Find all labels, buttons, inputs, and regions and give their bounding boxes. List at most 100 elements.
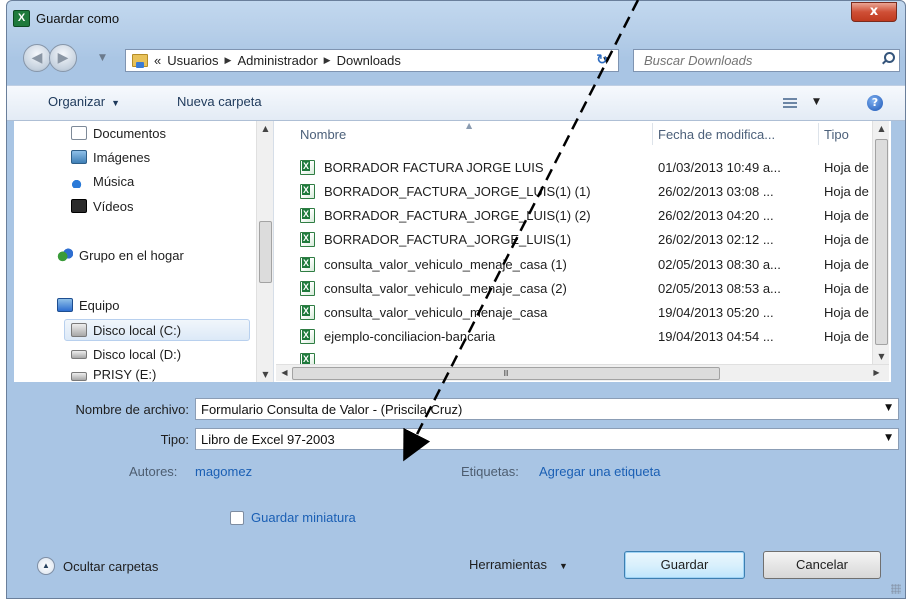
file-row[interactable]: consulta_valor_vehiculo_menaje_casa (2) 0… <box>300 278 880 300</box>
file-date: 26/02/2013 04:20 ... <box>658 208 774 223</box>
tags-label: Etiquetas: <box>461 464 519 479</box>
scroll-down-icon[interactable]: ▼ <box>257 370 274 379</box>
excel-file-icon <box>300 160 315 175</box>
file-row[interactable]: consulta_valor_vehiculo_menaje_casa 19/04… <box>300 302 880 324</box>
breadcrumb-downloads[interactable]: Downloads <box>337 53 401 68</box>
pictures-icon <box>71 150 87 164</box>
file-list-horizontal-scrollbar[interactable]: ◀ Ⅲ ▶ <box>276 364 889 381</box>
nav-item-disco-c[interactable]: Disco local (C:) <box>64 319 250 341</box>
chevron-down-icon: ▼ <box>111 98 120 108</box>
add-tag-link[interactable]: Agregar una etiqueta <box>539 464 660 479</box>
scroll-up-icon[interactable]: ▲ <box>873 124 890 133</box>
file-list-vertical-scrollbar[interactable]: ▲ ▼ <box>872 121 889 364</box>
nav-item-disco-d[interactable]: Disco local (D:) <box>71 343 181 365</box>
nav-item-prisy[interactable]: PRISY (E:) <box>71 367 156 382</box>
scroll-right-icon[interactable]: ▶ <box>868 368 885 377</box>
file-date: 01/03/2013 10:49 a... <box>658 160 781 175</box>
breadcrumb-overflow[interactable]: « <box>154 53 161 68</box>
help-icon[interactable]: ? <box>867 95 883 111</box>
recent-locations-chevron-down-icon[interactable]: ▼ <box>99 53 106 63</box>
nav-item-documentos[interactable]: Documentos <box>71 122 166 144</box>
scroll-down-icon[interactable]: ▼ <box>873 352 890 361</box>
nav-item-videos[interactable]: Vídeos <box>71 195 133 217</box>
save-thumbnail-checkbox[interactable] <box>230 511 244 525</box>
file-date: 26/02/2013 03:08 ... <box>658 184 774 199</box>
chevron-down-icon[interactable]: ▼ <box>885 433 892 443</box>
column-header-date[interactable]: Fecha de modifica... <box>658 121 775 147</box>
organize-label: Organizar <box>48 94 106 109</box>
chevron-down-icon[interactable]: ▼ <box>885 403 892 413</box>
breadcrumb-separator-icon[interactable]: ▶ <box>225 56 232 66</box>
excel-file-icon <box>300 281 315 296</box>
scrollbar-thumb[interactable] <box>259 221 272 283</box>
nav-item-label: Imágenes <box>93 149 151 165</box>
file-name: consulta_valor_vehiculo_menaje_casa (1) <box>324 257 567 272</box>
new-folder-button[interactable]: Nueva carpeta <box>177 94 262 109</box>
drive-icon <box>71 349 87 359</box>
organize-button[interactable]: Organizar ▼ <box>48 94 120 109</box>
authors-label: Autores: <box>129 464 178 479</box>
column-divider[interactable] <box>818 123 819 145</box>
column-divider[interactable] <box>652 123 653 145</box>
search-input[interactable] <box>634 50 854 71</box>
nav-item-label: Disco local (C:) <box>93 322 182 338</box>
save-button[interactable]: Guardar <box>624 551 745 579</box>
save-thumbnail-label[interactable]: Guardar miniatura <box>251 510 356 525</box>
refresh-button[interactable]: ↻ <box>585 49 619 72</box>
nav-item-musica[interactable]: Música <box>71 170 134 192</box>
search-icon[interactable] <box>881 52 895 65</box>
collapse-up-icon: ▲ <box>37 557 55 575</box>
nav-item-grupo-hogar[interactable]: Grupo en el hogar <box>57 244 184 266</box>
dialog-title: Guardar como <box>36 11 120 26</box>
tools-button[interactable]: Herramientas ▼ <box>469 557 568 572</box>
cancel-button[interactable]: Cancelar <box>763 551 881 579</box>
file-row-partial[interactable] <box>300 350 880 364</box>
file-date: 02/05/2013 08:53 a... <box>658 281 781 296</box>
forward-button[interactable]: ▶ <box>49 44 77 72</box>
scrollbar-thumb[interactable] <box>875 139 888 345</box>
breadcrumb-administrador[interactable]: Administrador <box>237 53 317 68</box>
title-bar[interactable]: X Guardar como x <box>7 1 905 35</box>
back-button[interactable]: ◀ <box>23 44 51 72</box>
file-name: BORRADOR_FACTURA_JORGE_LUIS(1) (2) <box>324 208 591 223</box>
nav-item-equipo[interactable]: Equipo <box>57 294 119 316</box>
authors-value[interactable]: magomez <box>195 464 252 479</box>
filename-label: Nombre de archivo: <box>75 402 189 417</box>
excel-file-icon <box>300 232 315 247</box>
hide-folders-button[interactable]: ▲ Ocultar carpetas <box>37 557 158 575</box>
column-header-name[interactable]: Nombre <box>300 121 346 147</box>
close-button[interactable]: x <box>851 2 897 22</box>
scroll-left-icon[interactable]: ◀ <box>276 368 293 377</box>
excel-file-icon <box>300 257 315 272</box>
scroll-up-icon[interactable]: ▲ <box>257 124 274 133</box>
hide-folders-label: Ocultar carpetas <box>63 558 159 574</box>
save-type-select[interactable]: ▼ <box>195 428 899 450</box>
file-name: consulta_valor_vehiculo_menaje_casa <box>324 305 548 320</box>
address-bar[interactable]: « Usuarios ▶ Administrador ▶ Downloads ▼ <box>125 49 619 72</box>
file-name: BORRADOR_FACTURA_JORGE_LUIS(1) <box>324 232 572 247</box>
view-options-chevron-down-icon[interactable]: ▼ <box>813 97 820 107</box>
change-view-icon[interactable] <box>783 98 797 109</box>
excel-file-icon <box>300 353 315 364</box>
scrollbar-thumb[interactable]: Ⅲ <box>292 367 720 380</box>
filename-combobox[interactable]: ▼ <box>195 398 899 420</box>
file-row[interactable]: BORRADOR_FACTURA_JORGE_LUIS(1) 26/02/2013… <box>300 229 880 251</box>
file-row[interactable]: consulta_valor_vehiculo_menaje_casa (1) 0… <box>300 254 880 276</box>
search-box[interactable] <box>633 49 900 72</box>
nav-item-label: Documentos <box>93 125 166 141</box>
column-header-type[interactable]: Tipo <box>824 121 849 147</box>
save-type-value[interactable] <box>196 429 898 449</box>
breadcrumb-usuarios[interactable]: Usuarios <box>167 53 218 68</box>
file-row[interactable]: BORRADOR_FACTURA_JORGE_LUIS(1) (2) 26/02/… <box>300 205 880 227</box>
nav-buttons: ◀ ▶ ▼ <box>23 44 106 72</box>
refresh-icon: ↻ <box>596 52 608 68</box>
resize-grip-icon[interactable] <box>891 584 901 594</box>
file-row[interactable]: BORRADOR_FACTURA_JORGE_LUIS(1) (1) 26/02/… <box>300 181 880 203</box>
file-row[interactable]: BORRADOR FACTURA JORGE LUIS 01/03/2013 10… <box>300 157 880 179</box>
navigation-pane-scrollbar[interactable]: ▲ ▼ <box>256 121 273 382</box>
excel-file-icon <box>300 208 315 223</box>
filename-input[interactable] <box>196 399 898 419</box>
file-row[interactable]: ejemplo-conciliacion-bancaria 19/04/2013 … <box>300 326 880 348</box>
breadcrumb-separator-icon[interactable]: ▶ <box>324 56 331 66</box>
nav-item-imagenes[interactable]: Imágenes <box>71 146 150 168</box>
